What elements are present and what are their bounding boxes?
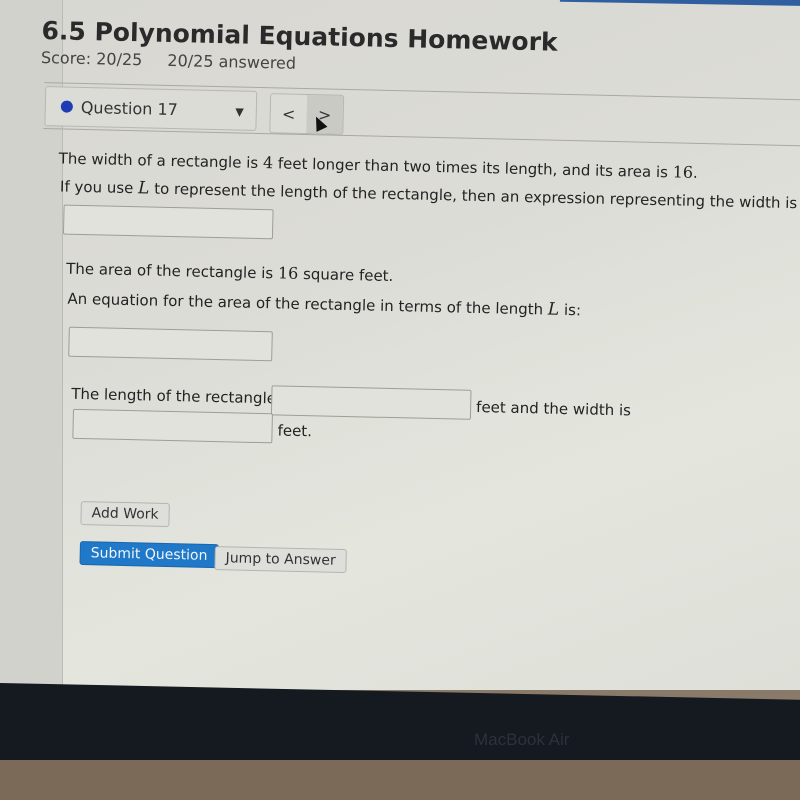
divider (43, 128, 800, 147)
text: feet longer than two times its length, a… (272, 154, 673, 182)
text: to represent the length of the rectangle… (149, 179, 800, 213)
chevron-down-icon: ▼ (235, 105, 244, 119)
width-expression-input[interactable] (62, 204, 274, 240)
question-select-label: Question 17 (80, 97, 179, 119)
question-select[interactable]: Question 17 ▼ (44, 86, 258, 131)
text: square feet. (298, 264, 394, 286)
width-input[interactable] (72, 408, 273, 444)
width-label: feet and the width is (475, 397, 632, 420)
score-line: Score: 20/25 20/25 answered (41, 48, 317, 73)
feet-label: feet. (277, 421, 313, 441)
score-text: Score: 20/25 (40, 47, 143, 70)
browser-top-bar (559, 0, 800, 7)
device-brand-label: MacBook Air (474, 730, 570, 749)
number: 16 (277, 263, 299, 283)
area-equation-prompt: An equation for the area of the rectangl… (67, 289, 581, 321)
status-dot-icon (60, 100, 73, 113)
text: is: (558, 300, 582, 320)
number: 16 (672, 162, 694, 182)
text: The area of the rectangle is (65, 259, 279, 283)
add-work-button[interactable]: Add Work (80, 501, 170, 528)
text: An equation for the area of the rectangl… (67, 289, 549, 319)
length-label: The length of the rectangle is (71, 384, 293, 408)
screen: 6.5 Polynomial Equations Homework Score:… (0, 0, 800, 690)
submit-question-button[interactable]: Submit Question (79, 540, 219, 569)
length-input[interactable] (270, 385, 472, 420)
answered-count: 20/25 answered (167, 50, 297, 73)
prev-question-button[interactable]: < (270, 94, 308, 134)
text: The width of a rectangle is (58, 149, 264, 173)
jump-to-answer-button[interactable]: Jump to Answer (214, 546, 347, 574)
text: If you use (59, 177, 139, 198)
math-var: L (547, 299, 560, 320)
area-statement: The area of the rectangle is 16 square f… (66, 259, 394, 285)
question-nav: < > (269, 93, 345, 135)
text: . (692, 163, 699, 182)
homework-content: 6.5 Polynomial Equations Homework Score:… (41, 12, 800, 574)
problem-statement: The width of a rectangle is 4 feet longe… (58, 148, 698, 181)
desk-surface (0, 760, 800, 800)
area-equation-input[interactable] (68, 326, 273, 362)
